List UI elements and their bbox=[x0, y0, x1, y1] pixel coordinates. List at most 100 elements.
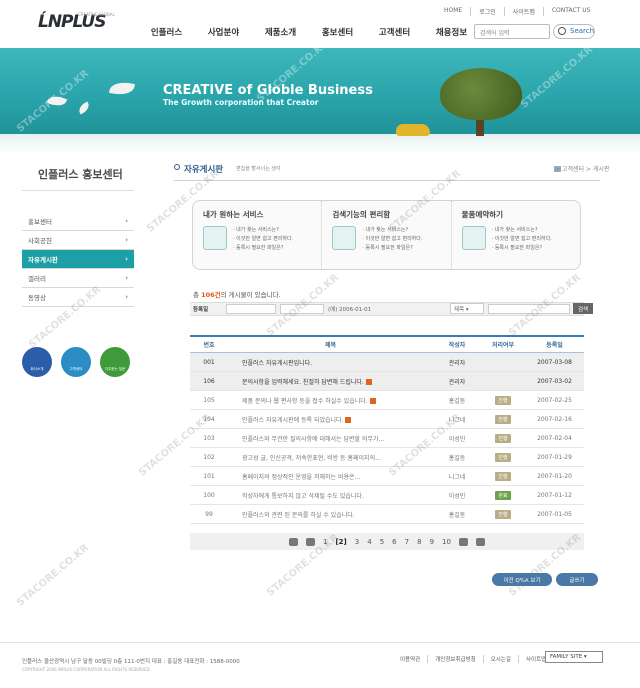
footer-link-directions[interactable]: 오시는길 bbox=[482, 655, 518, 663]
last-page-icon[interactable] bbox=[475, 537, 485, 546]
service-line: · 등록시 필요한 파일은? bbox=[233, 245, 284, 251]
top-link-sitemap[interactable]: 사이트맵 bbox=[503, 7, 543, 16]
select-value: 제목 bbox=[454, 307, 465, 313]
page-6[interactable]: 6 bbox=[392, 538, 396, 546]
row-date: 2007-01-12 bbox=[537, 491, 572, 499]
top-link-home[interactable]: HOME bbox=[436, 7, 470, 16]
quick-label: 자주묻는 질문 bbox=[104, 367, 126, 371]
row-subject[interactable]: 홈페이지의 정상적인 운영을 저해하는 비용은... bbox=[228, 472, 433, 481]
col-author: 작성자 bbox=[448, 342, 466, 349]
service-item[interactable]: 검색기능의 편리함 · 내가 찾는 서비스는? · 이것만 알면 쉽고 편리하다… bbox=[321, 201, 450, 269]
row-author: 니그네 bbox=[448, 473, 466, 481]
page-8[interactable]: 8 bbox=[417, 538, 421, 546]
support-agent-icon bbox=[461, 226, 486, 250]
sidebar-item-label: 갤러리 bbox=[28, 275, 46, 283]
table-row[interactable]: 106 문의사항을 입력해세요. 친절히 답변해 드립니다. 관리자 2007-03-… bbox=[190, 372, 584, 391]
nav-item-company[interactable]: 인플러스 bbox=[138, 26, 195, 38]
table-row[interactable]: 105 제품 문의나 웹 편사항 등을 접수 하실수 있습니다. 홍길동 진행 2007… bbox=[190, 391, 584, 410]
customer-center-icon[interactable]: 고객센터 bbox=[61, 347, 91, 377]
row-subject[interactable]: 작성자에게 통보하지 않고 삭제될 수도 있습니다. bbox=[228, 491, 433, 500]
faq-icon[interactable]: 자주묻는 질문 bbox=[100, 347, 130, 377]
row-subject[interactable]: 인플러스와 무관한 질의사항에 대해서는 답변할 의무가... bbox=[228, 434, 433, 443]
footer-link-privacy[interactable]: 개인정보취급방침 bbox=[427, 655, 482, 663]
col-status: 처리여부 bbox=[491, 342, 515, 349]
col-subject: 제목 bbox=[324, 342, 337, 349]
table-row[interactable]: 100 작성자에게 통보하지 않고 삭제될 수도 있습니다. 이성민 완료 2007-0… bbox=[190, 486, 584, 505]
sidebar-item-label: 동영상 bbox=[28, 294, 46, 302]
table-row[interactable]: 102 광고성 글, 인신공격, 저속한표현, 비방 등 홈페이지의... 홍길동 진… bbox=[190, 448, 584, 467]
row-date: 2007-01-20 bbox=[537, 472, 572, 480]
chevron-right-icon: › bbox=[125, 274, 128, 282]
row-number: 103 bbox=[203, 434, 215, 442]
table-row[interactable]: 001 인플러스 자유게시판입니다. 관리자 2007-03-08 bbox=[190, 353, 584, 372]
next-page-icon[interactable] bbox=[458, 537, 468, 546]
status-badge: 진행 bbox=[495, 471, 511, 481]
page-4[interactable]: 4 bbox=[367, 538, 371, 546]
row-subject[interactable]: 인플러스 자유게시판입니다. bbox=[228, 358, 433, 367]
row-subject[interactable]: 제품 문의나 웹 편사항 등을 접수 하실수 있습니다. bbox=[228, 396, 433, 405]
sidebar-item-gallery[interactable]: 갤러리 › bbox=[22, 269, 134, 288]
title-bullet-icon bbox=[174, 164, 180, 170]
page-3[interactable]: 3 bbox=[355, 538, 359, 546]
service-box: 내가 원하는 서비스 · 내가 찾는 서비스는? · 이것만 알면 쉽고 편리하… bbox=[192, 200, 581, 270]
service-item[interactable]: 내가 원하는 서비스 · 내가 찾는 서비스는? · 이것만 알면 쉽고 편리하… bbox=[193, 201, 321, 269]
watermark: STACORE.CO.KR bbox=[14, 542, 92, 609]
row-status: 완료 bbox=[481, 490, 525, 500]
count-prefix: 총 bbox=[193, 291, 199, 299]
row-author: 관리자 bbox=[448, 378, 466, 386]
sidebar-item-social[interactable]: 사회공헌 › bbox=[22, 231, 134, 250]
service-item[interactable]: 물품예약하기 · 내가 찾는 서비스는? · 이것만 알면 쉽고 편리하다. ·… bbox=[450, 201, 580, 269]
search-input[interactable]: 검색어 입력 bbox=[474, 24, 550, 39]
row-subject[interactable]: 문의사항을 입력해세요. 친절히 답변해 드립니다. bbox=[228, 377, 433, 386]
post-count: 총 106건의 게시물이 있습니다. bbox=[193, 289, 281, 299]
table-row[interactable]: 104 인플러스 자유게시판에 등록 되었습니다. 니그네 진행 2007-02-16 bbox=[190, 410, 584, 429]
row-subject-text: 홈페이지의 정상적인 운영을 저해하는 비용은... bbox=[242, 473, 361, 481]
row-number: 001 bbox=[203, 358, 215, 366]
row-number: 101 bbox=[203, 472, 215, 480]
footer-address: 인플러스 울산광역시 남구 달동 00빌딩 0층 111-0번지 대표 : 홍길… bbox=[22, 659, 240, 665]
table-row[interactable]: 99 인플러스와 관련 된 문의를 하실 수 있습니다. 홍길동 진행 2007-01-… bbox=[190, 505, 584, 524]
service-title: 물품예약하기 bbox=[461, 210, 504, 219]
breadcrumb: > 고객센터 > 게시판 bbox=[555, 166, 610, 173]
search-field-select[interactable]: 제목 ▾ bbox=[450, 303, 484, 314]
nav-item-pr-center[interactable]: 홍보센터 bbox=[309, 26, 366, 38]
row-status: 진행 bbox=[481, 471, 525, 481]
nav-item-recruit[interactable]: 채용정보 bbox=[423, 26, 480, 38]
write-button[interactable]: 글쓰기 bbox=[556, 573, 598, 586]
nav-item-products[interactable]: 제품소개 bbox=[252, 26, 309, 38]
col-number: 번호 bbox=[203, 342, 215, 349]
page-5[interactable]: 5 bbox=[380, 538, 384, 546]
top-link-login[interactable]: 로그인 bbox=[470, 7, 504, 16]
row-number: 99 bbox=[205, 510, 213, 518]
register-date-label: 등록일 bbox=[193, 307, 209, 313]
first-page-icon[interactable] bbox=[289, 537, 299, 546]
board-search-button[interactable]: 검색 bbox=[573, 303, 593, 314]
footer-divider bbox=[0, 642, 640, 643]
family-site-select[interactable]: FAMILY SITE ▾ bbox=[545, 651, 603, 663]
row-subject-text: 광고성 글, 인신공격, 저속한표현, 비방 등 홈페이지의... bbox=[242, 454, 381, 462]
page-7[interactable]: 7 bbox=[405, 538, 409, 546]
prev-page-icon[interactable] bbox=[306, 537, 316, 546]
table-body: 001 인플러스 자유게시판입니다. 관리자 2007-03-08 106 문의사항을 입… bbox=[190, 353, 584, 524]
row-subject[interactable]: 인플러스 자유게시판에 등록 되었습니다. bbox=[228, 415, 433, 424]
banner-subtitle: The Growth corporation that Creator bbox=[163, 98, 319, 107]
top-link-contact[interactable]: CONTACT US bbox=[542, 7, 599, 16]
table-row[interactable]: 103 인플러스와 무관한 질의사항에 대해서는 답변할 의무가... 이성민 진행 2… bbox=[190, 429, 584, 448]
chevron-right-icon: › bbox=[125, 293, 128, 301]
date-input-from[interactable] bbox=[226, 304, 276, 314]
company-intro-icon[interactable]: 회사소개 bbox=[22, 347, 52, 377]
row-author: 홍길동 bbox=[448, 397, 466, 405]
row-subject[interactable]: 인플러스와 관련 된 문의를 하실 수 있습니다. bbox=[228, 510, 433, 519]
sidebar-item-board[interactable]: 자유게시판 › bbox=[22, 250, 134, 269]
page-10[interactable]: 10 bbox=[442, 538, 451, 546]
chevron-right-icon: › bbox=[125, 255, 128, 263]
nav-item-business[interactable]: 사업분야 bbox=[195, 26, 252, 38]
sidebar-item-pr[interactable]: 홍보센터 › bbox=[22, 212, 134, 231]
search-icon bbox=[558, 27, 566, 35]
footer-link-terms[interactable]: 이용약관 bbox=[393, 655, 427, 663]
row-date: 2007-02-04 bbox=[537, 434, 572, 442]
document-icon bbox=[203, 226, 227, 250]
page-9[interactable]: 9 bbox=[430, 538, 434, 546]
nav-item-customer[interactable]: 고객센터 bbox=[366, 26, 423, 38]
sidebar-item-label: 자유게시판 bbox=[28, 256, 58, 264]
